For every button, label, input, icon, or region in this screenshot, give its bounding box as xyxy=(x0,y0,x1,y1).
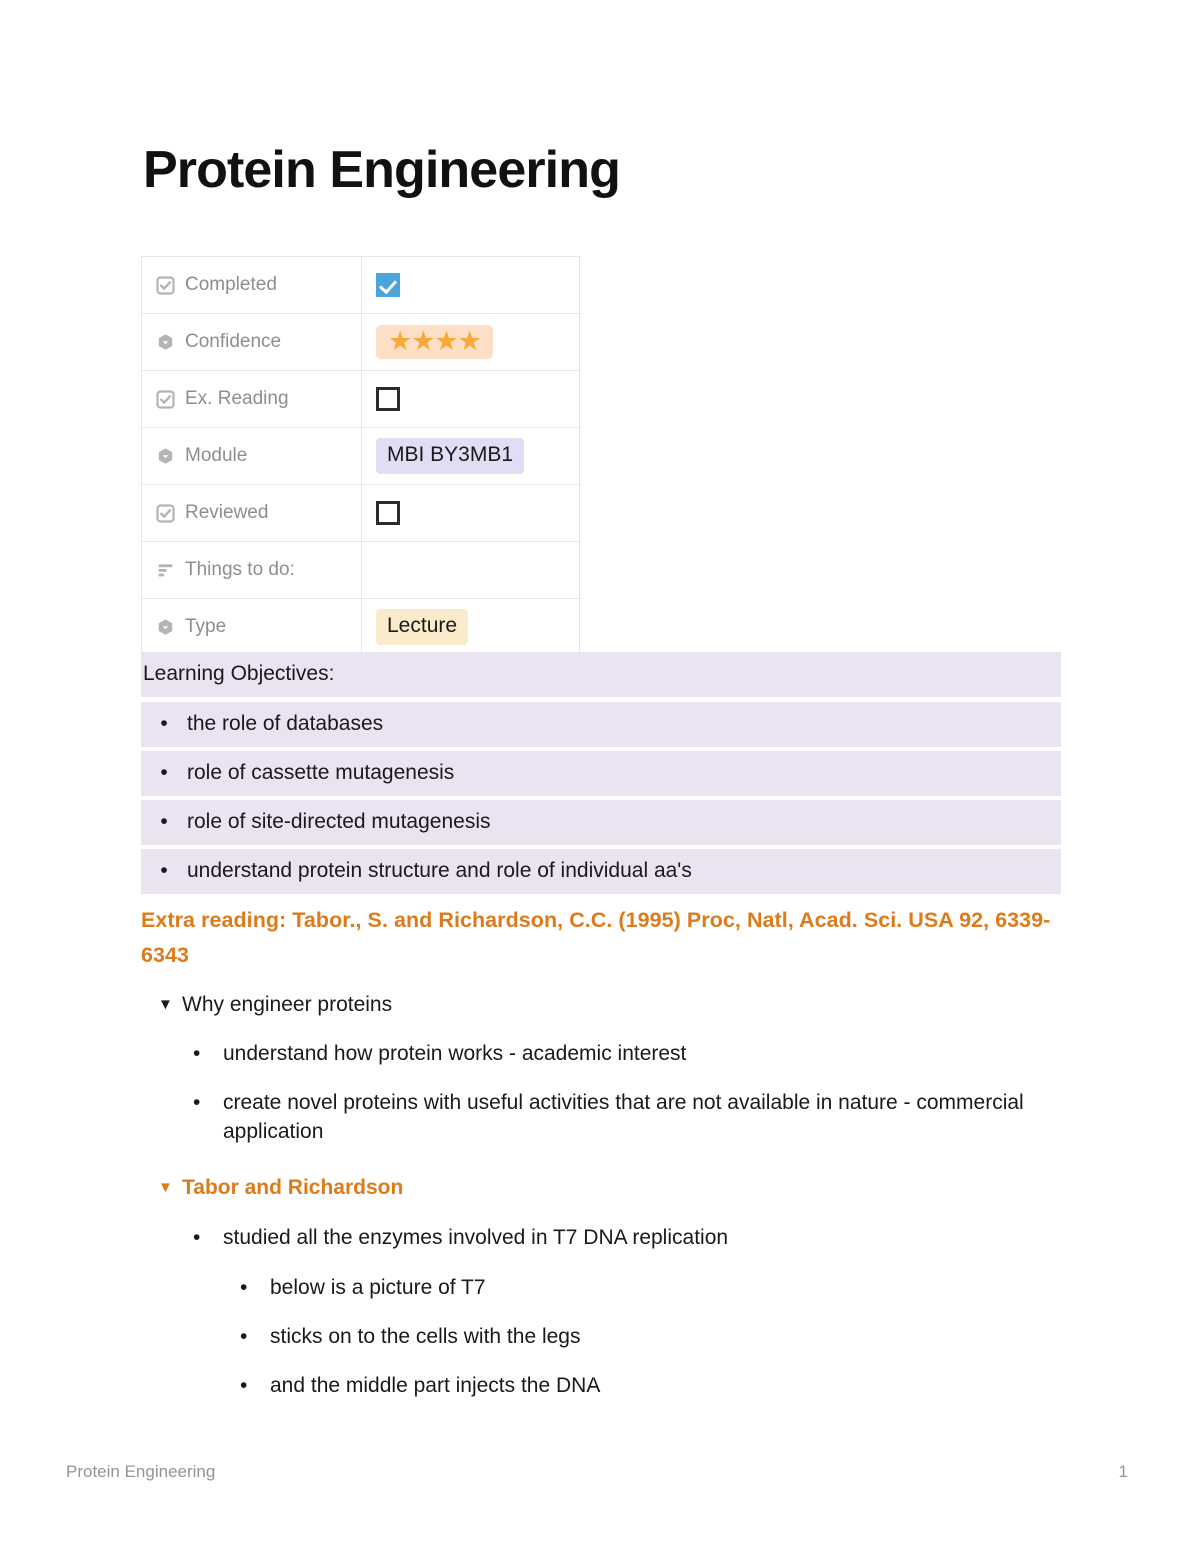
property-label: Type xyxy=(185,616,227,637)
toggle-tabor-and-richardson[interactable]: ▼ Tabor and Richardson xyxy=(158,1174,1058,1203)
outline-subitem-text: sticks on to the cells with the legs xyxy=(270,1325,581,1348)
table-row: Things to do: xyxy=(141,541,580,599)
property-key-inner: Confidence xyxy=(156,331,361,353)
property-key-module[interactable]: Module xyxy=(141,427,362,485)
property-key-inner: Ex. Reading xyxy=(156,388,361,410)
property-label: Reviewed xyxy=(185,502,269,523)
property-label: Module xyxy=(185,445,248,466)
list-item: • create novel proteins with useful acti… xyxy=(193,1088,1058,1147)
checkbox-icon xyxy=(156,275,175,295)
select-icon xyxy=(156,447,175,466)
property-key-reviewed[interactable]: Reviewed xyxy=(141,484,362,542)
document-page: Protein Engineering Completed Confidence… xyxy=(0,0,1200,1553)
property-label: Confidence xyxy=(185,331,282,352)
footer-page-number: 1 xyxy=(1118,1462,1128,1481)
module-tag[interactable]: MBI BY3MB1 xyxy=(376,438,525,474)
outline-item-text: create novel proteins with useful activi… xyxy=(223,1091,1024,1144)
page-title: Protein Engineering xyxy=(143,141,621,199)
list-item: • role of cassette mutagenesis xyxy=(141,751,1061,797)
property-key-inner: Reviewed xyxy=(156,502,361,524)
type-tag[interactable]: Lecture xyxy=(376,609,469,645)
toggle-label: Why engineer proteins xyxy=(182,993,393,1016)
property-label: Ex. Reading xyxy=(185,388,289,409)
table-row: Completed xyxy=(141,256,580,314)
property-label: Completed xyxy=(185,274,277,295)
checkbox-icon xyxy=(156,503,175,523)
page-footer: Protein Engineering 1 xyxy=(66,1462,1128,1482)
bullet-glyph: • xyxy=(160,859,168,882)
property-key-inner: Completed xyxy=(156,274,361,296)
property-key-type[interactable]: Type xyxy=(141,598,362,656)
checkbox-reviewed[interactable] xyxy=(376,501,400,525)
property-label: Things to do: xyxy=(185,559,295,580)
table-row: Module MBI BY3MB1 xyxy=(141,427,580,485)
property-value-things-to-do[interactable] xyxy=(361,541,580,599)
list-item: • understand how protein works - academi… xyxy=(193,1039,1058,1068)
list-item: • the role of databases xyxy=(141,702,1061,748)
learning-objectives-heading: Learning Objectives: xyxy=(141,652,1061,698)
property-key-confidence[interactable]: Confidence xyxy=(141,313,362,371)
footer-title: Protein Engineering xyxy=(66,1462,216,1481)
outline-item-text: understand how protein works - academic … xyxy=(223,1042,687,1065)
select-icon xyxy=(156,618,175,637)
property-key-things-to-do[interactable]: Things to do: xyxy=(141,541,362,599)
list-item: • and the middle part injects the DNA xyxy=(240,1371,1060,1400)
property-value-type[interactable]: Lecture xyxy=(361,598,580,656)
star-rating-value: ★★★★ xyxy=(388,326,482,356)
bullet-glyph: • xyxy=(193,1042,201,1065)
learning-objective-text: the role of databases xyxy=(187,712,384,735)
extra-reading-note: Extra reading: Tabor., S. and Richardson… xyxy=(141,908,1051,967)
property-value-ex-reading[interactable] xyxy=(361,370,580,428)
checkbox-ex-reading[interactable] xyxy=(376,387,400,411)
bullet-glyph: • xyxy=(160,810,168,833)
toggle-why-engineer-proteins[interactable]: ▼ Why engineer proteins xyxy=(158,991,1058,1020)
bullet-glyph: • xyxy=(160,761,168,784)
chevron-down-icon[interactable]: ▼ xyxy=(158,1174,182,1202)
select-icon xyxy=(156,333,175,352)
bullet-glyph: • xyxy=(160,712,168,735)
property-key-completed[interactable]: Completed xyxy=(141,256,362,314)
outline-subitem-text: and the middle part injects the DNA xyxy=(270,1374,601,1397)
properties-table-body: Completed Confidence ★★★★ Ex. Reading Mo… xyxy=(141,256,580,656)
learning-objective-text: understand protein structure and role of… xyxy=(187,859,692,882)
property-value-reviewed[interactable] xyxy=(361,484,580,542)
outline-item-text: studied all the enzymes involved in T7 D… xyxy=(223,1226,729,1249)
properties-table: Completed Confidence ★★★★ Ex. Reading Mo… xyxy=(141,256,580,656)
learning-objective-text: role of cassette mutagenesis xyxy=(187,761,455,784)
property-key-ex-reading[interactable]: Ex. Reading xyxy=(141,370,362,428)
table-row: Type Lecture xyxy=(141,598,580,656)
property-value-confidence[interactable]: ★★★★ xyxy=(361,313,580,371)
checkbox-icon xyxy=(156,389,175,409)
table-row: Confidence ★★★★ xyxy=(141,313,580,371)
property-key-inner: Things to do: xyxy=(156,559,361,581)
property-value-module[interactable]: MBI BY3MB1 xyxy=(361,427,580,485)
learning-objective-text: role of site-directed mutagenesis xyxy=(187,810,491,833)
bullet-glyph: • xyxy=(193,1226,201,1249)
chevron-down-icon[interactable]: ▼ xyxy=(158,991,182,1019)
text-lines-icon xyxy=(156,561,175,580)
checkbox-completed[interactable] xyxy=(376,273,400,297)
confidence-rating[interactable]: ★★★★ xyxy=(376,325,493,359)
list-item: • studied all the enzymes involved in T7… xyxy=(193,1223,1058,1252)
toggle-label: Tabor and Richardson xyxy=(182,1176,404,1199)
table-row: Ex. Reading xyxy=(141,370,580,428)
property-key-inner: Type xyxy=(156,616,361,638)
property-value-completed[interactable] xyxy=(361,256,580,314)
outline-subitem-text: below is a picture of T7 xyxy=(270,1276,486,1299)
list-item: • sticks on to the cells with the legs xyxy=(240,1322,1060,1351)
bullet-glyph: • xyxy=(240,1325,248,1348)
list-item: • understand protein structure and role … xyxy=(141,849,1061,895)
list-item: • below is a picture of T7 xyxy=(240,1273,1060,1302)
list-item: • role of site-directed mutagenesis xyxy=(141,800,1061,846)
table-row: Reviewed xyxy=(141,484,580,542)
property-key-inner: Module xyxy=(156,445,361,467)
bullet-glyph: • xyxy=(193,1091,201,1114)
bullet-glyph: • xyxy=(240,1276,248,1299)
bullet-glyph: • xyxy=(240,1374,248,1397)
